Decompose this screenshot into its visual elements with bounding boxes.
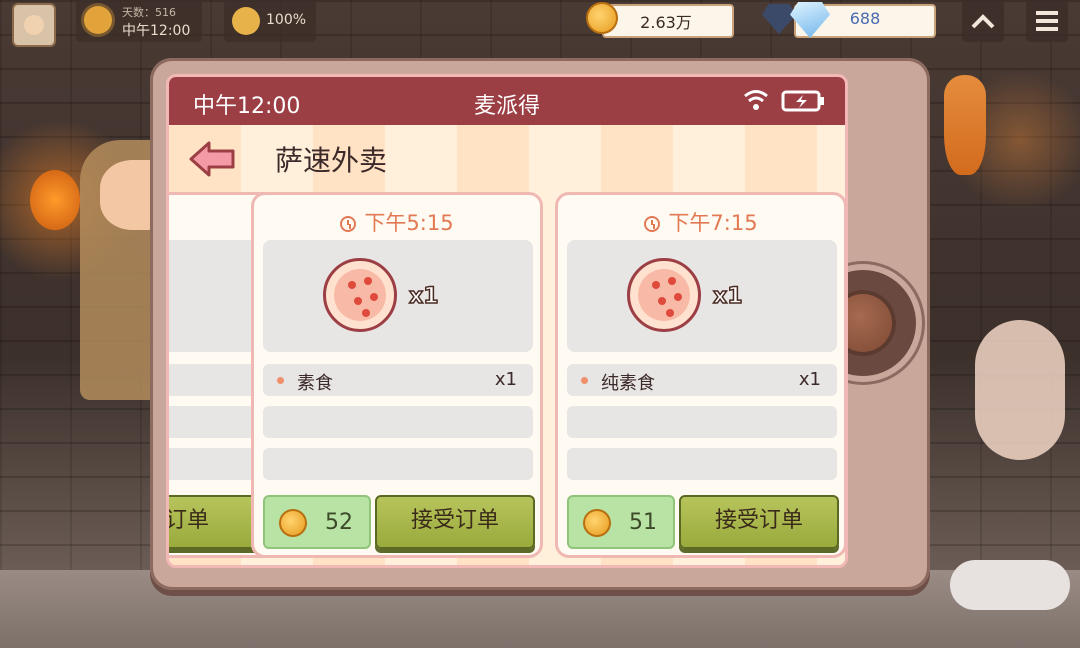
- order-item-row: 纯素食 x1: [567, 364, 837, 396]
- order-deadline-text: 下午7:15: [668, 211, 758, 235]
- pizza-icon: [323, 258, 397, 332]
- order-card: 下午5:15 x1 素食 x1 52 接受订单: [251, 192, 543, 558]
- bullet-icon: [277, 377, 284, 384]
- background-carrot-decor: [944, 75, 986, 175]
- order-deadline: 下午7:15: [558, 207, 844, 237]
- player-avatar[interactable]: [12, 3, 56, 47]
- order-card: 下午7:15 x1 纯素食 x1 51 接受订单: [555, 192, 845, 558]
- page-title: 萨速外卖: [275, 144, 388, 177]
- background-lamp: [30, 170, 80, 230]
- order-item-qty: x1: [798, 369, 821, 390]
- smiley-icon: [232, 7, 260, 35]
- dish-quantity: x1: [408, 283, 439, 310]
- mood-value: 100%: [266, 12, 307, 28]
- menu-button[interactable]: [1026, 0, 1068, 42]
- battery-icon: [781, 90, 824, 112]
- order-item-row: 素食 x1: [263, 364, 533, 396]
- chevron-up-icon: [971, 14, 995, 29]
- bullet-icon: [581, 377, 588, 384]
- gem-value: 688: [849, 9, 881, 28]
- hamburger-icon: [1036, 11, 1058, 31]
- order-item-name: 素食: [297, 373, 333, 394]
- background-cupid-statue: [975, 320, 1065, 460]
- phone-screen: 中午12:00 麦派得 萨速外卖 x1 订单 下午5:15: [166, 74, 848, 568]
- accept-order-button[interactable]: 接受订单: [679, 495, 839, 549]
- order-item-qty: x1: [494, 369, 517, 390]
- wifi-icon: [744, 90, 768, 110]
- phone-status-bar: 中午12:00 麦派得: [169, 77, 845, 125]
- day-counter: 天数：516: [122, 6, 176, 19]
- dish-quantity: x1: [712, 283, 743, 310]
- order-food-area: x1: [567, 240, 837, 352]
- coin-value: 2.63万: [640, 13, 692, 32]
- empty-item-row: [567, 406, 837, 438]
- clock-icon: [340, 216, 357, 232]
- order-deadline-text: 下午5:15: [364, 211, 454, 235]
- order-deadline: 下午5:15: [254, 207, 540, 237]
- coin-icon: [279, 509, 307, 537]
- background-cloud-bed: [950, 560, 1070, 610]
- back-arrow-icon[interactable]: [189, 139, 237, 179]
- empty-item-row: [263, 406, 533, 438]
- empty-item-row: [263, 448, 533, 480]
- collapse-up-button[interactable]: [962, 0, 1004, 42]
- order-reward: 52: [263, 495, 371, 549]
- empty-item-row: [567, 448, 837, 480]
- accept-order-button[interactable]: 接受订单: [375, 495, 535, 549]
- clock-icon: [644, 216, 661, 232]
- coin-icon: [583, 509, 611, 537]
- order-item-name: 纯素食: [601, 373, 655, 394]
- reward-value: 51: [629, 510, 657, 535]
- reward-value: 52: [325, 510, 353, 535]
- accept-order-label: 订单: [166, 508, 210, 533]
- pizza-icon: [627, 258, 701, 332]
- sun-icon: [84, 6, 112, 34]
- order-food-area: x1: [263, 240, 533, 352]
- order-reward: 51: [567, 495, 675, 549]
- hud-clock: 中午12:00: [122, 23, 191, 39]
